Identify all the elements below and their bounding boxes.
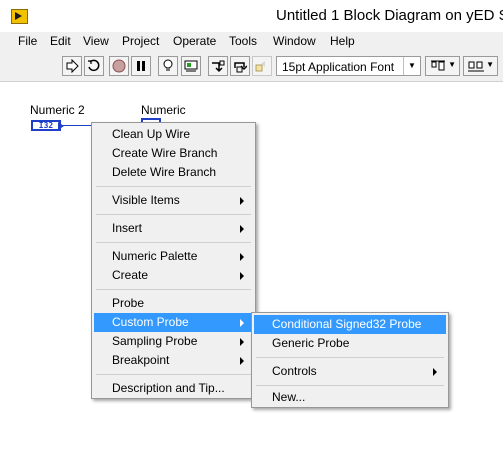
menu-separator: [96, 374, 251, 375]
run-continuous-icon[interactable]: [84, 56, 104, 76]
distribute-objects-icon: [468, 61, 484, 72]
title-bar: Untitled 1 Block Diagram on yED S: [0, 0, 503, 32]
step-out-icon[interactable]: [252, 56, 272, 76]
menu-item-description-and-tip[interactable]: Description and Tip...: [94, 379, 253, 398]
submenu-arrow-icon: [240, 272, 244, 280]
submenu-arrow-icon: [240, 225, 244, 233]
terminal-output-arrow-icon: [58, 122, 64, 130]
menu-separator: [96, 186, 251, 187]
menu-item-label: Breakpoint: [112, 353, 170, 367]
abort-icon[interactable]: [109, 56, 129, 76]
menu-operate[interactable]: Operate: [171, 34, 218, 48]
chevron-down-icon: ▼: [486, 60, 494, 69]
menu-item-clean-up-wire[interactable]: Clean Up Wire: [94, 125, 253, 144]
menu-window[interactable]: Window: [271, 34, 318, 48]
step-over-icon[interactable]: [230, 56, 250, 76]
menu-tools[interactable]: Tools: [227, 34, 259, 48]
menu-item-create-wire-branch[interactable]: Create Wire Branch: [94, 144, 253, 163]
distribute-objects-dropdown[interactable]: ▼: [463, 56, 498, 76]
menu-item-delete-wire-branch[interactable]: Delete Wire Branch: [94, 163, 253, 182]
numeric2-terminal[interactable]: I32: [31, 120, 61, 131]
menu-item-sampling-probe[interactable]: Sampling Probe: [94, 332, 253, 351]
custom-probe-submenu: Conditional Signed32 Probe Generic Probe…: [251, 312, 449, 408]
menu-bar: File Edit View Project Operate Tools Win…: [0, 32, 503, 53]
submenu-item-controls[interactable]: Controls: [254, 362, 446, 381]
menu-edit[interactable]: Edit: [48, 34, 73, 48]
step-into-icon[interactable]: [208, 56, 228, 76]
menu-view[interactable]: View: [81, 34, 111, 48]
menu-item-breakpoint[interactable]: Breakpoint: [94, 351, 253, 370]
menu-help[interactable]: Help: [328, 34, 357, 48]
menu-file[interactable]: File: [16, 34, 39, 48]
menu-item-label: Create: [112, 268, 149, 282]
menu-separator: [96, 289, 251, 290]
submenu-arrow-icon: [240, 253, 244, 261]
menu-item-label: Sampling Probe: [112, 334, 198, 348]
menu-separator: [96, 242, 251, 243]
toolbar: 15pt Application Font ▼ ▼ ▼: [0, 53, 503, 82]
submenu-arrow-icon: [240, 338, 244, 346]
menu-item-label: Controls: [272, 364, 317, 378]
numeric-label: Numeric: [141, 103, 186, 117]
retain-wire-values-icon[interactable]: [181, 56, 201, 76]
menu-item-numeric-palette[interactable]: Numeric Palette: [94, 247, 253, 266]
chevron-down-icon: ▼: [403, 57, 420, 75]
run-arrow-icon[interactable]: [62, 56, 82, 76]
submenu-item-conditional-signed32-probe[interactable]: Conditional Signed32 Probe: [254, 315, 446, 334]
menu-item-label: Insert: [112, 221, 143, 235]
submenu-item-generic-probe[interactable]: Generic Probe: [254, 334, 446, 353]
menu-item-create[interactable]: Create: [94, 266, 253, 285]
menu-separator: [256, 357, 444, 358]
highlight-execution-icon[interactable]: [158, 56, 178, 76]
menu-project[interactable]: Project: [120, 34, 161, 48]
menu-item-custom-probe[interactable]: Custom Probe: [94, 313, 253, 332]
pause-icon[interactable]: [131, 56, 151, 76]
chevron-down-icon: ▼: [448, 60, 456, 69]
labview-app-icon[interactable]: [11, 9, 28, 24]
menu-separator: [96, 214, 251, 215]
align-objects-icon: [431, 60, 445, 71]
submenu-arrow-icon: [240, 357, 244, 365]
menu-item-insert[interactable]: Insert: [94, 219, 253, 238]
menu-item-label: Numeric Palette: [112, 249, 198, 263]
submenu-item-new[interactable]: New...: [254, 388, 446, 407]
menu-item-label: Custom Probe: [112, 315, 189, 329]
submenu-arrow-icon: [240, 197, 244, 205]
window-title: Untitled 1 Block Diagram on yED S: [276, 7, 503, 24]
submenu-arrow-icon: [240, 319, 244, 327]
numeric2-label: Numeric 2: [30, 103, 85, 117]
font-selector-label: 15pt Application Font: [282, 60, 395, 74]
align-objects-dropdown[interactable]: ▼: [425, 56, 460, 76]
menu-separator: [256, 385, 444, 386]
submenu-arrow-icon: [433, 368, 437, 376]
menu-item-label: Visible Items: [112, 193, 180, 207]
font-selector-dropdown[interactable]: 15pt Application Font ▼: [276, 56, 421, 76]
menu-item-visible-items[interactable]: Visible Items: [94, 191, 253, 210]
context-menu: Clean Up Wire Create Wire Branch Delete …: [91, 122, 256, 399]
menu-item-probe[interactable]: Probe: [94, 294, 253, 313]
